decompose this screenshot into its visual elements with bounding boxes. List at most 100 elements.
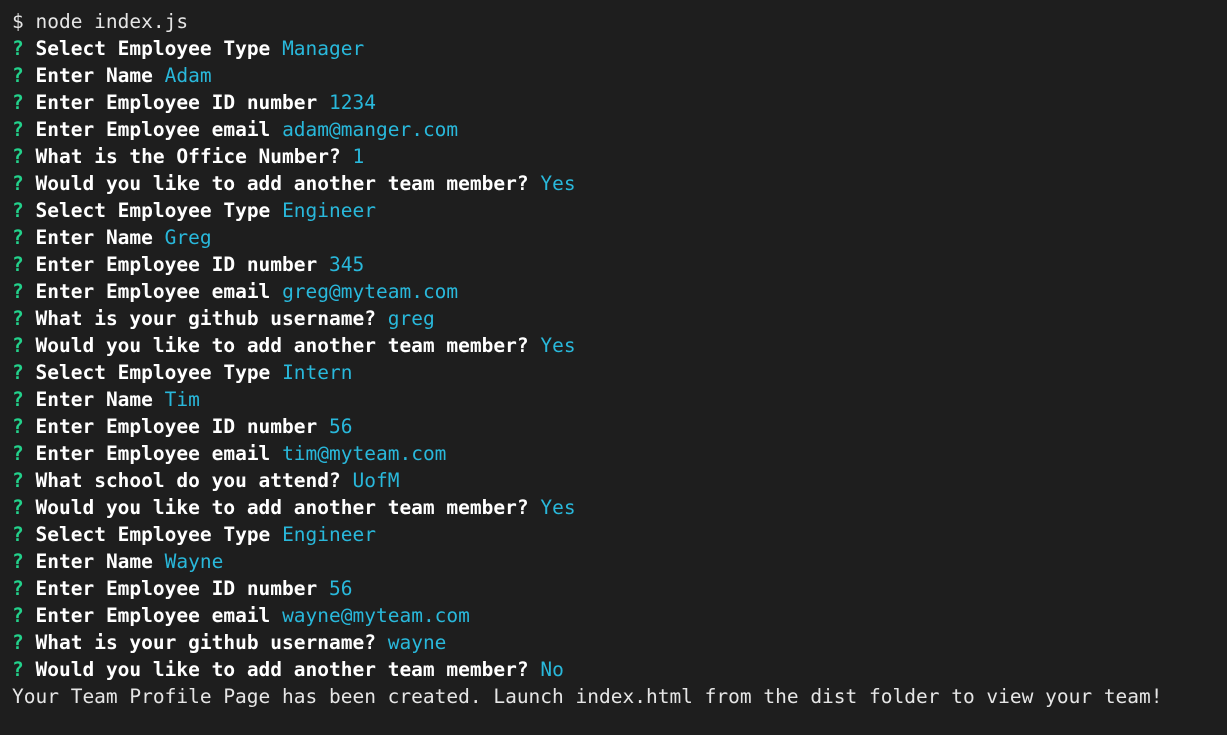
prompt-line: ? Select Employee Type Manager: [12, 35, 1227, 62]
question-mark-icon: ?: [12, 172, 24, 195]
question-mark-icon: ?: [12, 307, 24, 330]
prompt-question: Enter Employee ID number: [35, 577, 318, 600]
prompt-answer: wayne@myteam.com: [282, 604, 470, 627]
question-mark-icon: ?: [12, 37, 24, 60]
prompt-line: ? Enter Employee ID number 56: [12, 575, 1227, 602]
question-mark-icon: ?: [12, 334, 24, 357]
prompt-answer: wayne: [387, 631, 447, 654]
question-mark-icon: ?: [12, 523, 24, 546]
question-mark-icon: ?: [12, 226, 24, 249]
prompt-question: Enter Employee ID number: [35, 253, 318, 276]
prompt-answer: Intern: [282, 361, 353, 384]
prompt-question: Select Employee Type: [35, 199, 271, 222]
prompt-line: ? Would you like to add another team mem…: [12, 656, 1227, 683]
prompt-answer: 56: [329, 415, 353, 438]
prompt-question: What is your github username?: [35, 631, 376, 654]
question-mark-icon: ?: [12, 442, 24, 465]
prompt-question: Enter Name: [35, 388, 153, 411]
prompt-answer: greg: [387, 307, 435, 330]
prompt-answer: UofM: [352, 469, 400, 492]
prompt-answer: 1: [352, 145, 365, 168]
question-mark-icon: ?: [12, 388, 24, 411]
prompt-answer: adam@manger.com: [282, 118, 459, 141]
prompt-line: ? Enter Employee email adam@manger.com: [12, 116, 1227, 143]
prompt-line: ? Enter Employee email tim@myteam.com: [12, 440, 1227, 467]
prompt-answer: greg@myteam.com: [282, 280, 459, 303]
question-mark-icon: ?: [12, 415, 24, 438]
prompt-question: Would you like to add another team membe…: [35, 496, 529, 519]
prompt-line: ? Would you like to add another team mem…: [12, 332, 1227, 359]
prompt-answer: No: [540, 658, 564, 681]
prompt-line: ? Enter Employee email greg@myteam.com: [12, 278, 1227, 305]
prompt-line: ? Enter Name Greg: [12, 224, 1227, 251]
question-mark-icon: ?: [12, 658, 24, 681]
question-mark-icon: ?: [12, 604, 24, 627]
prompt-answer: Manager: [282, 37, 365, 60]
prompt-line: ? Enter Employee email wayne@myteam.com: [12, 602, 1227, 629]
prompt-question: Enter Employee email: [35, 604, 271, 627]
prompt-question: Enter Employee ID number: [35, 415, 318, 438]
prompt-line: ? Enter Name Tim: [12, 386, 1227, 413]
prompt-answer: 345: [329, 253, 365, 276]
prompt-question: Select Employee Type: [35, 37, 271, 60]
prompt-answer: Yes: [540, 496, 576, 519]
command-line: $ node index.js: [12, 10, 189, 33]
question-mark-icon: ?: [12, 199, 24, 222]
prompt-answer: Tim: [164, 388, 200, 411]
prompt-line: ? Would you like to add another team mem…: [12, 170, 1227, 197]
prompt-line: ? Select Employee Type Engineer: [12, 521, 1227, 548]
prompt-question: What is your github username?: [35, 307, 376, 330]
prompt-question: Enter Name: [35, 64, 153, 87]
prompt-line: ? Enter Employee ID number 1234: [12, 89, 1227, 116]
prompt-line: ? Enter Employee ID number 56: [12, 413, 1227, 440]
prompt-question: Would you like to add another team membe…: [35, 334, 529, 357]
question-mark-icon: ?: [12, 496, 24, 519]
question-mark-icon: ?: [12, 550, 24, 573]
qa-list: ? Select Employee Type Manager? Enter Na…: [12, 35, 1227, 683]
question-mark-icon: ?: [12, 64, 24, 87]
question-mark-icon: ?: [12, 145, 24, 168]
prompt-question: Enter Name: [35, 550, 153, 573]
prompt-question: Enter Employee ID number: [35, 91, 318, 114]
prompt-line: ? Enter Employee ID number 345: [12, 251, 1227, 278]
prompt-answer: 56: [329, 577, 353, 600]
prompt-question: Would you like to add another team membe…: [35, 172, 529, 195]
prompt-line: ? Enter Name Adam: [12, 62, 1227, 89]
question-mark-icon: ?: [12, 118, 24, 141]
prompt-line: ? Enter Name Wayne: [12, 548, 1227, 575]
prompt-line: ? What is the Office Number? 1: [12, 143, 1227, 170]
question-mark-icon: ?: [12, 253, 24, 276]
prompt-line: ? Select Employee Type Intern: [12, 359, 1227, 386]
prompt-question: What is the Office Number?: [35, 145, 341, 168]
prompt-question: Select Employee Type: [35, 523, 271, 546]
prompt-question: Select Employee Type: [35, 361, 271, 384]
terminal-window[interactable]: $ node index.js ? Select Employee Type M…: [0, 0, 1227, 735]
prompt-answer: Wayne: [164, 550, 224, 573]
question-mark-icon: ?: [12, 469, 24, 492]
prompt-answer: 1234: [329, 91, 376, 114]
prompt-question: Enter Name: [35, 226, 153, 249]
prompt-line: ? What is your github username? greg: [12, 305, 1227, 332]
final-message: Your Team Profile Page has been created.…: [12, 685, 1163, 708]
prompt-answer: Yes: [540, 172, 576, 195]
question-mark-icon: ?: [12, 280, 24, 303]
prompt-answer: Yes: [540, 334, 576, 357]
question-mark-icon: ?: [12, 361, 24, 384]
prompt-line: ? What is your github username? wayne: [12, 629, 1227, 656]
prompt-answer: Greg: [164, 226, 212, 249]
prompt-line: ? Would you like to add another team mem…: [12, 494, 1227, 521]
prompt-question: Enter Employee email: [35, 118, 271, 141]
prompt-answer: Adam: [164, 64, 212, 87]
prompt-question: Enter Employee email: [35, 442, 271, 465]
prompt-line: ? What school do you attend? UofM: [12, 467, 1227, 494]
prompt-line: ? Select Employee Type Engineer: [12, 197, 1227, 224]
prompt-answer: tim@myteam.com: [282, 442, 447, 465]
question-mark-icon: ?: [12, 631, 24, 654]
question-mark-icon: ?: [12, 577, 24, 600]
question-mark-icon: ?: [12, 91, 24, 114]
prompt-question: What school do you attend?: [35, 469, 341, 492]
prompt-answer: Engineer: [282, 523, 376, 546]
prompt-question: Would you like to add another team membe…: [35, 658, 529, 681]
prompt-answer: Engineer: [282, 199, 376, 222]
prompt-question: Enter Employee email: [35, 280, 271, 303]
